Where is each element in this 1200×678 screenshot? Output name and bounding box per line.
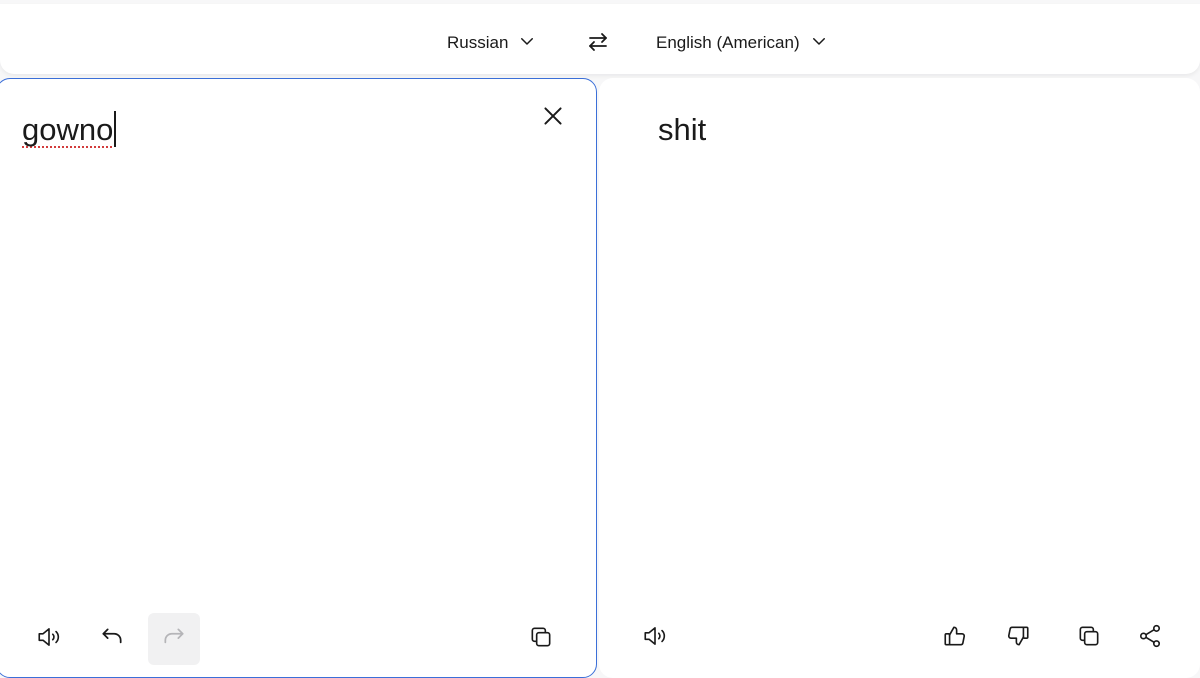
share-button[interactable] bbox=[1124, 612, 1176, 664]
target-copy-button[interactable] bbox=[1063, 612, 1115, 664]
speaker-icon bbox=[36, 624, 62, 655]
speaker-icon bbox=[642, 623, 668, 654]
target-listen-button[interactable] bbox=[629, 612, 681, 664]
close-icon bbox=[540, 103, 566, 134]
text-caret bbox=[114, 111, 116, 147]
copy-icon bbox=[528, 624, 554, 655]
thumbs-down-icon bbox=[1005, 623, 1031, 654]
clear-button[interactable] bbox=[531, 96, 575, 140]
redo-button[interactable] bbox=[148, 613, 200, 665]
source-listen-button[interactable] bbox=[23, 613, 75, 665]
source-panel: gowno bbox=[0, 78, 597, 678]
share-icon bbox=[1137, 623, 1163, 654]
translation-text: shit bbox=[658, 112, 707, 147]
language-bar: Russian English (American) bbox=[0, 4, 1200, 74]
redo-icon bbox=[161, 624, 187, 655]
undo-button[interactable] bbox=[86, 613, 138, 665]
thumbs-up-button[interactable] bbox=[929, 612, 981, 664]
source-copy-button[interactable] bbox=[515, 613, 567, 665]
thumbs-up-icon bbox=[942, 623, 968, 654]
swap-icon bbox=[586, 30, 610, 59]
target-language-label: English (American) bbox=[656, 33, 800, 52]
undo-icon bbox=[99, 624, 125, 655]
target-language-select[interactable]: English (American) bbox=[656, 26, 828, 60]
source-text-input[interactable]: gowno bbox=[22, 111, 116, 148]
thumbs-down-button[interactable] bbox=[992, 612, 1044, 664]
chevron-down-icon bbox=[518, 32, 536, 55]
chevron-down-icon bbox=[810, 32, 828, 55]
source-language-label: Russian bbox=[447, 33, 509, 52]
copy-icon bbox=[1076, 623, 1102, 654]
source-language-select[interactable]: Russian bbox=[447, 26, 536, 60]
target-panel: shit bbox=[599, 78, 1200, 678]
swap-languages-button[interactable] bbox=[584, 30, 612, 58]
source-text-value: gowno bbox=[22, 112, 114, 147]
